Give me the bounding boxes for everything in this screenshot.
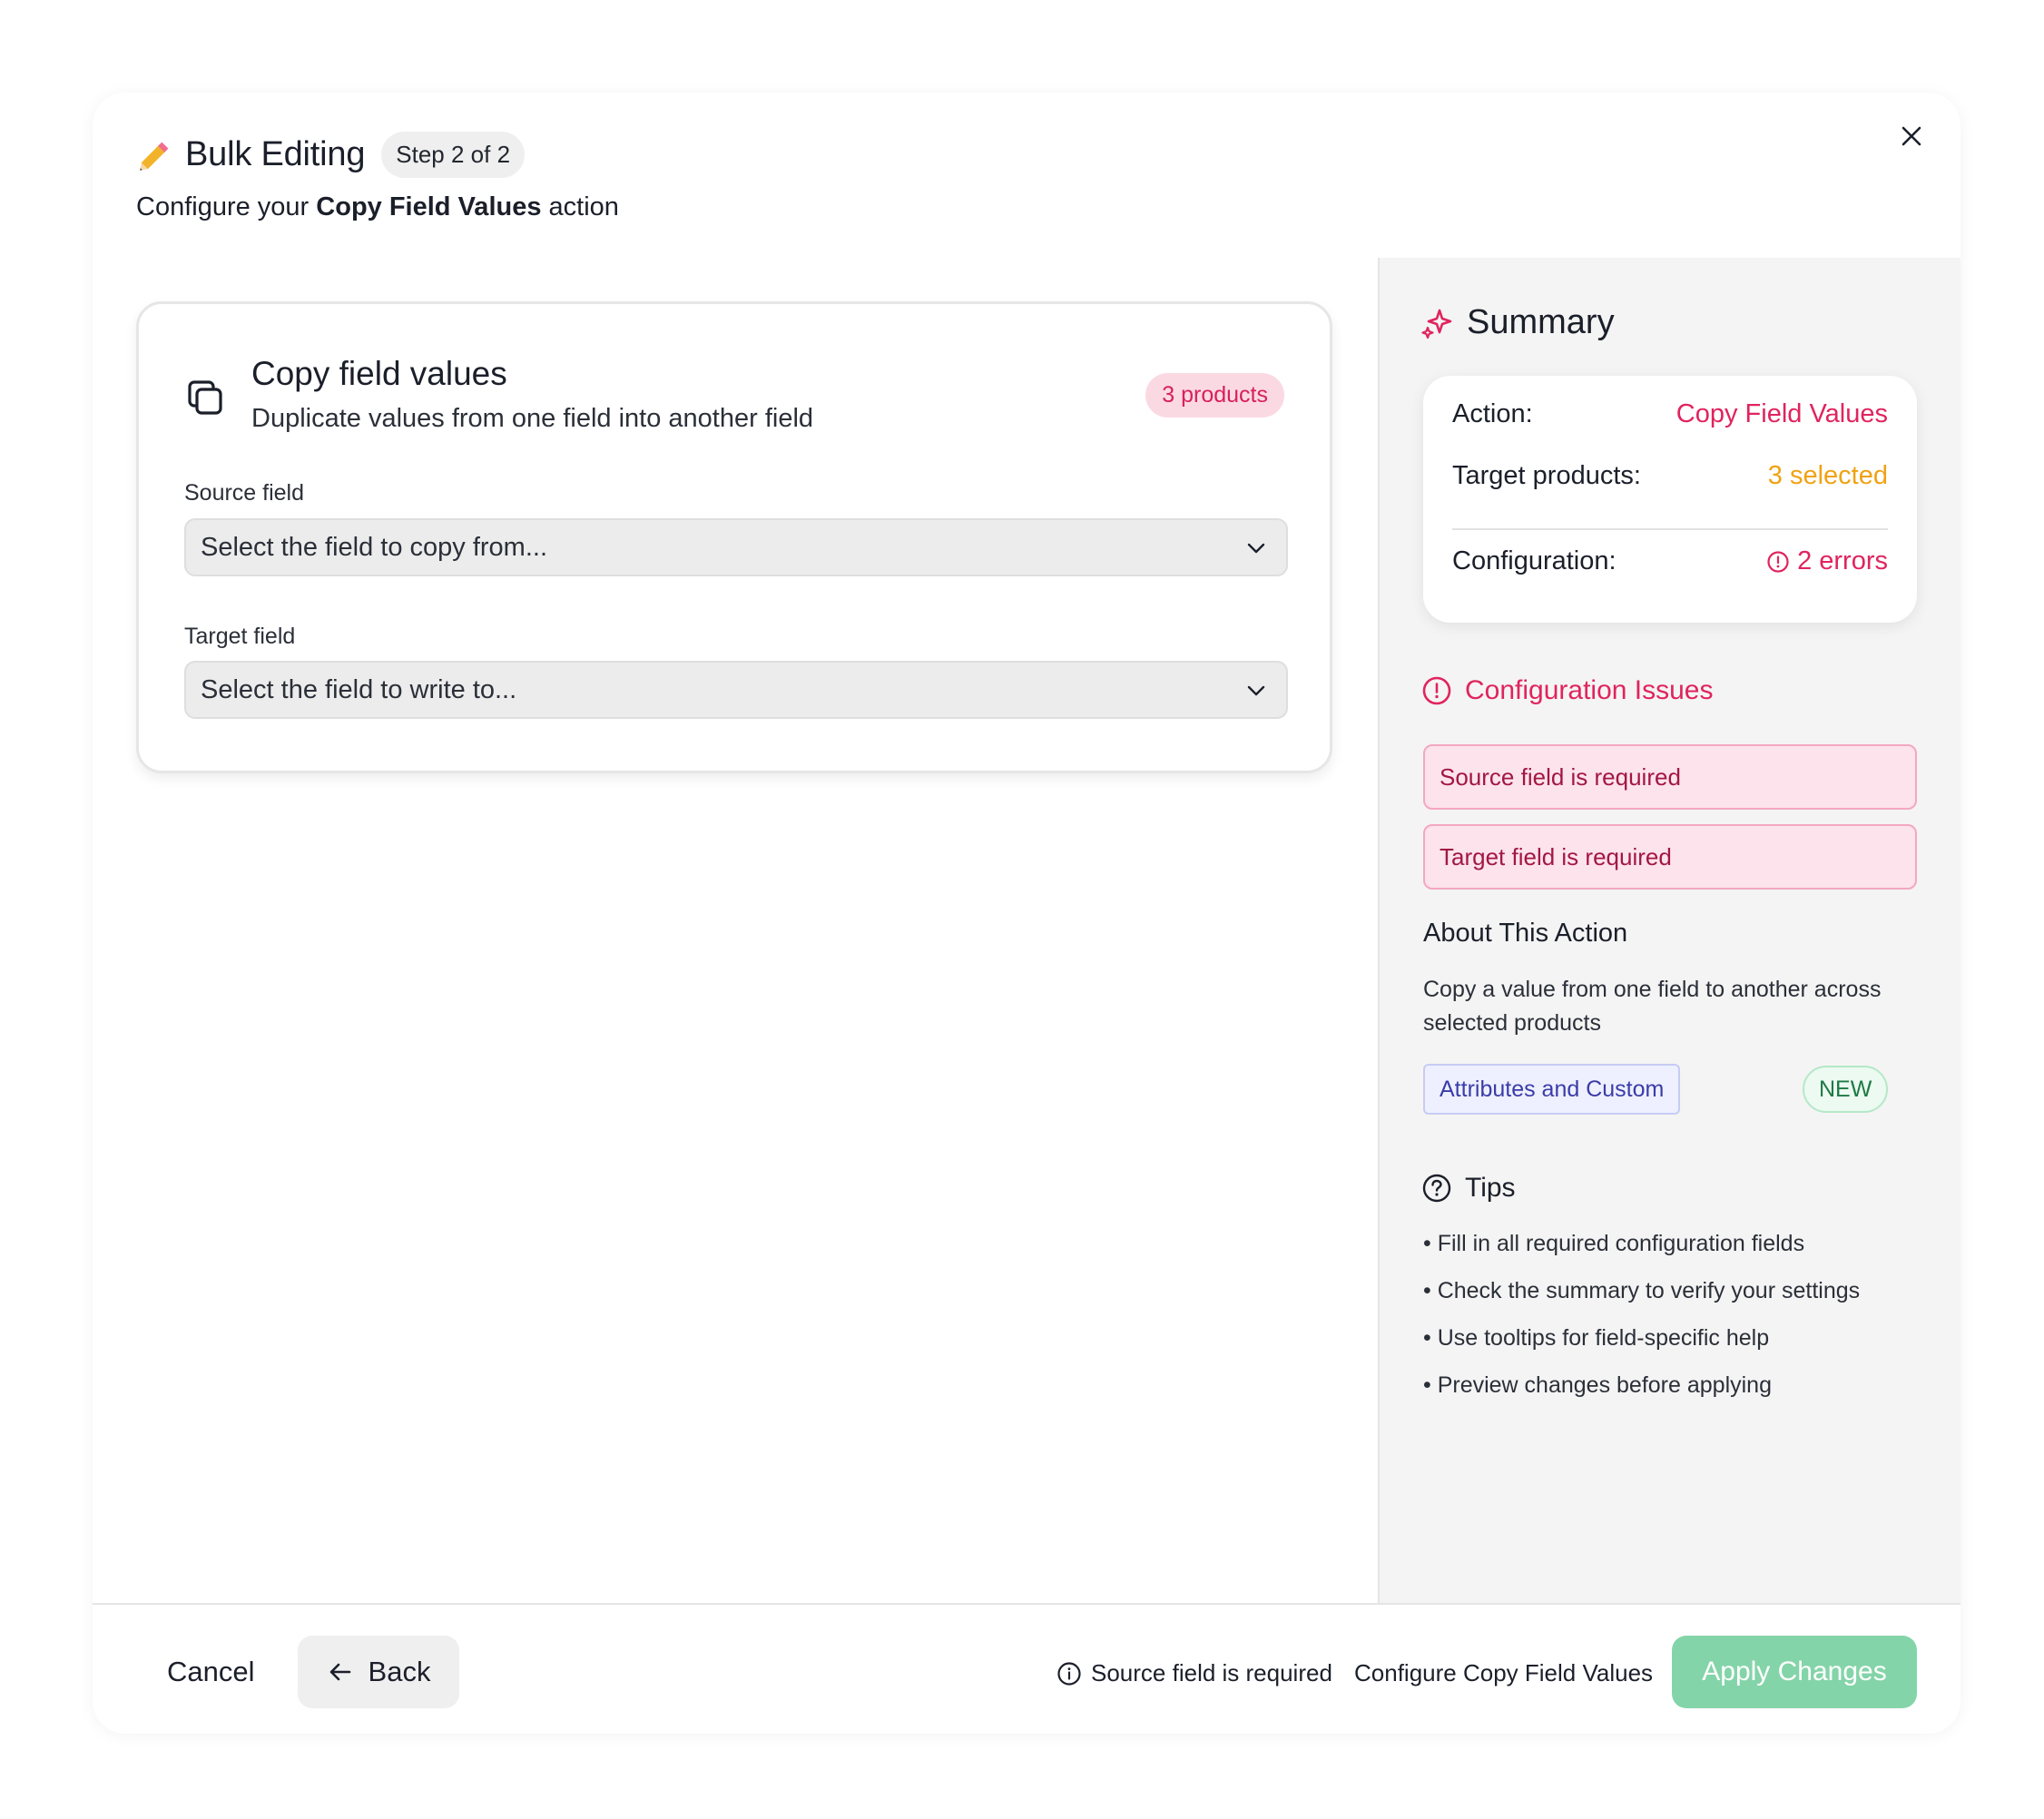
source-field-label: Source field — [184, 480, 305, 506]
new-tag: NEW — [1803, 1066, 1889, 1113]
summary-sidebar: Summary Action: Copy Field Values Target… — [1378, 258, 1960, 1603]
modal-header: Bulk Editing Step 2 of 2 — [136, 127, 526, 182]
issues-header: Configuration Issues — [1421, 675, 1714, 706]
summary-action-row: Action: Copy Field Values — [1452, 399, 1888, 429]
tip-item: • Preview changes before applying — [1423, 1372, 1772, 1398]
footer-config-text: Configure Copy Field Values — [1354, 1659, 1654, 1686]
summary-targets-row: Target products: 3 selected — [1452, 461, 1888, 491]
help-circle-icon — [1422, 1174, 1451, 1203]
alert-circle-icon — [1767, 550, 1789, 573]
category-tag: Attributes and Custom — [1423, 1064, 1681, 1115]
card-description: Duplicate values from one field into ano… — [251, 404, 814, 433]
step-badge: Step 2 of 2 — [381, 131, 526, 178]
chevron-down-icon — [1247, 543, 1265, 554]
footer-status-text: Source field is required — [1091, 1659, 1332, 1686]
summary-targets-key: Target products: — [1452, 461, 1641, 490]
issues-title: Configuration Issues — [1465, 675, 1714, 705]
card-title: Copy field values — [251, 355, 507, 392]
back-button[interactable]: Back — [298, 1636, 459, 1708]
apply-changes-button[interactable]: Apply Changes — [1672, 1636, 1917, 1708]
chevron-down-icon — [1247, 685, 1265, 696]
subtitle-prefix: Configure your — [136, 192, 310, 221]
target-field-select[interactable]: Select the field to write to... — [184, 661, 1288, 719]
summary-config-row: Configuration: 2 errors — [1452, 546, 1888, 576]
source-field-select[interactable]: Select the field to copy from... — [184, 518, 1288, 576]
summary-action-value: Copy Field Values — [1675, 399, 1888, 428]
subtitle-action: Copy Field Values — [316, 192, 542, 221]
issue-item: Source field is required — [1423, 744, 1917, 810]
tip-item: • Fill in all required configuration fie… — [1423, 1231, 1805, 1256]
modal-title: Bulk Editing — [185, 134, 366, 173]
copy-field-card: Copy field values Duplicate values from … — [136, 301, 1332, 773]
pencil-icon — [136, 134, 176, 174]
config-errors-text: 2 errors — [1797, 546, 1888, 575]
summary-config-key: Configuration: — [1452, 546, 1617, 575]
summary-divider — [1452, 528, 1888, 530]
sparkle-icon — [1421, 309, 1452, 339]
copy-icon — [184, 377, 228, 420]
tip-item: • Check the summary to verify your setti… — [1423, 1278, 1861, 1303]
tips-title: Tips — [1465, 1173, 1516, 1203]
summary-config-value: 2 errors — [1766, 546, 1888, 576]
modal-footer: Cancel Back Source field is required Con… — [93, 1603, 1960, 1734]
modal-subtitle: Configure your Copy Field Values action — [136, 192, 619, 222]
issue-item: Target field is required — [1423, 824, 1917, 890]
close-button[interactable] — [1890, 114, 1933, 158]
summary-card: Action: Copy Field Values Target product… — [1423, 376, 1917, 623]
bulk-editing-modal: Bulk Editing Step 2 of 2 Configure your … — [93, 93, 1960, 1734]
source-field-placeholder: Select the field to copy from... — [201, 532, 548, 562]
tips-list: • Fill in all required configuration fie… — [1423, 1220, 1860, 1409]
cancel-button[interactable]: Cancel — [143, 1636, 279, 1708]
summary-title: Summary — [1467, 303, 1615, 341]
close-icon — [1902, 126, 1921, 146]
products-badge: 3 products — [1145, 373, 1284, 418]
alert-circle-icon — [1422, 676, 1451, 705]
target-field-placeholder: Select the field to write to... — [201, 674, 517, 704]
back-label: Back — [368, 1656, 431, 1687]
tip-item: • Use tooltips for field-specific help — [1423, 1325, 1770, 1351]
summary-action-key: Action: — [1452, 399, 1533, 428]
info-icon — [1057, 1661, 1081, 1686]
summary-targets-value: 3 selected — [1767, 461, 1888, 490]
summary-header: Summary — [1421, 303, 1615, 342]
subtitle-suffix: action — [548, 192, 619, 221]
arrow-left-icon — [329, 1663, 350, 1681]
about-text: Copy a value from one field to another a… — [1423, 977, 1882, 1036]
about-title: About This Action — [1423, 919, 1628, 948]
footer-status: Source field is required — [1056, 1659, 1332, 1687]
target-field-label: Target field — [184, 624, 296, 649]
tips-header: Tips — [1421, 1173, 1516, 1204]
